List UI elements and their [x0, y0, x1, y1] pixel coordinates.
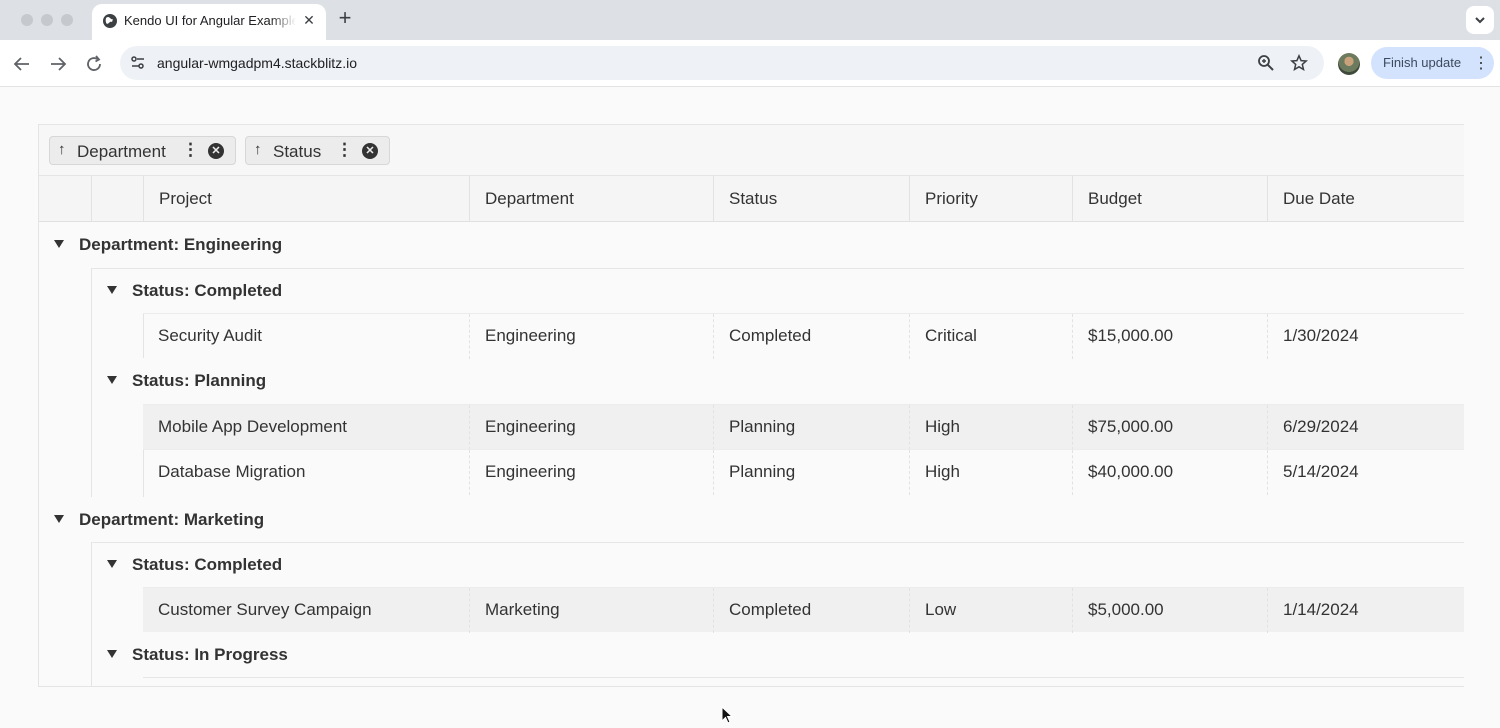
- window-zoom-dot[interactable]: [61, 14, 73, 26]
- group-label: Department: Engineering: [79, 235, 283, 254]
- caret-down-icon[interactable]: [107, 650, 117, 658]
- grid-header: Project Department Status Priority Budge…: [39, 176, 1464, 222]
- header-budget[interactable]: Budget: [1072, 176, 1267, 222]
- remove-icon[interactable]: ✕: [208, 143, 224, 159]
- group-chip-label: Status: [273, 142, 322, 161]
- header-due-date[interactable]: Due Date: [1267, 176, 1464, 222]
- new-tab-button[interactable]: +: [334, 7, 356, 30]
- sort-asc-icon: ↑: [254, 141, 262, 158]
- window-close-dot[interactable]: [21, 14, 33, 26]
- group-row-status[interactable]: Status: Completed: [91, 268, 1464, 313]
- group-chip-department[interactable]: ↑ Department ⋮ ✕: [49, 136, 236, 165]
- cell-due-date: 6/29/2024: [1267, 405, 1464, 450]
- table-row[interactable]: Customer Survey Campaign Marketing Compl…: [143, 587, 1464, 633]
- profile-avatar[interactable]: [1338, 53, 1360, 75]
- remove-icon[interactable]: ✕: [362, 143, 378, 159]
- kebab-icon: ⋮: [1473, 55, 1489, 72]
- cell-department: Engineering: [469, 450, 713, 495]
- globe-icon: [103, 14, 117, 28]
- group-label: Status: Planning: [132, 371, 267, 390]
- cell-status: Planning: [713, 405, 909, 450]
- table-row[interactable]: Database Migration Engineering Planning …: [143, 449, 1464, 495]
- data-grid: ↑ Department ⋮ ✕ ↑ Status ⋮ ✕ Project De…: [38, 124, 1464, 687]
- window-minimize-dot[interactable]: [41, 14, 53, 26]
- cell-department: Marketing: [469, 588, 713, 633]
- chevron-down-icon: [1475, 17, 1485, 24]
- site-info-icon[interactable]: [129, 54, 147, 72]
- cell-department: Engineering: [469, 314, 713, 359]
- cell-priority: High: [909, 450, 1072, 495]
- group-chip-status[interactable]: ↑ Status ⋮ ✕: [245, 136, 390, 165]
- cell-project: Mobile App Development: [158, 417, 348, 436]
- table-row[interactable]: Mobile App Development Engineering Plann…: [143, 404, 1464, 450]
- group-chip-label: Department: [77, 142, 166, 161]
- cell-project: Security Audit: [158, 326, 262, 345]
- back-icon[interactable]: [10, 52, 34, 76]
- finish-update-button[interactable]: Finish update ⋮: [1371, 47, 1494, 79]
- address-bar[interactable]: angular-wmgadpm4.stackblitz.io: [120, 46, 1324, 80]
- header-status[interactable]: Status: [713, 176, 909, 222]
- group-panel: ↑ Department ⋮ ✕ ↑ Status ⋮ ✕: [39, 125, 1464, 176]
- caret-down-icon[interactable]: [54, 240, 64, 248]
- cell-due-date: 5/14/2024: [1267, 450, 1464, 495]
- cell-priority: Low: [909, 588, 1072, 633]
- cell-status: Completed: [713, 588, 909, 633]
- forward-icon[interactable]: [46, 52, 70, 76]
- zoom-icon[interactable]: [1257, 54, 1275, 72]
- cell-budget: $5,000.00: [1072, 588, 1267, 633]
- cell-budget: $40,000.00: [1072, 450, 1267, 495]
- browser-toolbar: angular-wmgadpm4.stackblitz.io Finish up…: [0, 40, 1500, 87]
- header-group-indent: [91, 176, 143, 222]
- group-label: Status: In Progress: [132, 645, 288, 664]
- tab-search-button[interactable]: [1466, 6, 1494, 34]
- more-vertical-icon[interactable]: ⋮: [182, 140, 199, 160]
- group-row-status[interactable]: Status: Planning: [91, 358, 1464, 403]
- caret-down-icon[interactable]: [107, 560, 117, 568]
- cell-due-date: 1/30/2024: [1267, 314, 1464, 359]
- cell-due-date: 1/14/2024: [1267, 588, 1464, 633]
- cell-priority: High: [909, 405, 1072, 450]
- group-label: Status: Completed: [132, 555, 283, 574]
- reload-icon[interactable]: [82, 52, 106, 76]
- cell-budget: $75,000.00: [1072, 405, 1267, 450]
- url-text[interactable]: angular-wmgadpm4.stackblitz.io: [157, 55, 357, 71]
- tab-title: Kendo UI for Angular Example: [124, 13, 296, 28]
- cell-priority: Critical: [909, 314, 1072, 359]
- group-row-department[interactable]: Department: Marketing: [39, 497, 1464, 542]
- star-icon[interactable]: [1290, 54, 1308, 72]
- caret-down-icon[interactable]: [107, 286, 117, 294]
- cell-status: Completed: [713, 314, 909, 359]
- cell-budget: $15,000.00: [1072, 314, 1267, 359]
- mouse-cursor-icon: [721, 706, 733, 724]
- table-row[interactable]: Security Audit Engineering Completed Cri…: [143, 313, 1464, 359]
- cell-status: Planning: [713, 450, 909, 495]
- header-priority[interactable]: Priority: [909, 176, 1072, 222]
- cell-project: Customer Survey Campaign: [158, 600, 372, 619]
- group-row-status[interactable]: Status: In Progress: [91, 632, 1464, 677]
- page-content: ↑ Department ⋮ ✕ ↑ Status ⋮ ✕ Project De…: [0, 87, 1500, 728]
- cell-project: Database Migration: [158, 462, 306, 481]
- caret-down-icon[interactable]: [107, 376, 117, 384]
- row-divider: [143, 677, 1464, 678]
- group-label: Status: Completed: [132, 281, 283, 300]
- cell-department: Engineering: [469, 405, 713, 450]
- browser-tab-strip: Kendo UI for Angular Example ✕ +: [0, 0, 1500, 40]
- tab-close-icon[interactable]: ✕: [299, 10, 319, 30]
- header-department[interactable]: Department: [469, 176, 713, 222]
- caret-down-icon[interactable]: [54, 515, 64, 523]
- group-label: Department: Marketing: [79, 510, 265, 529]
- header-project[interactable]: Project: [143, 176, 469, 222]
- group-row-status[interactable]: Status: Completed: [91, 542, 1464, 587]
- more-vertical-icon[interactable]: ⋮: [336, 140, 353, 160]
- group-row-department[interactable]: Department: Engineering: [39, 222, 1464, 267]
- sort-asc-icon: ↑: [58, 141, 66, 158]
- finish-update-label: Finish update: [1383, 55, 1462, 70]
- browser-tab-active[interactable]: Kendo UI for Angular Example ✕: [92, 4, 326, 40]
